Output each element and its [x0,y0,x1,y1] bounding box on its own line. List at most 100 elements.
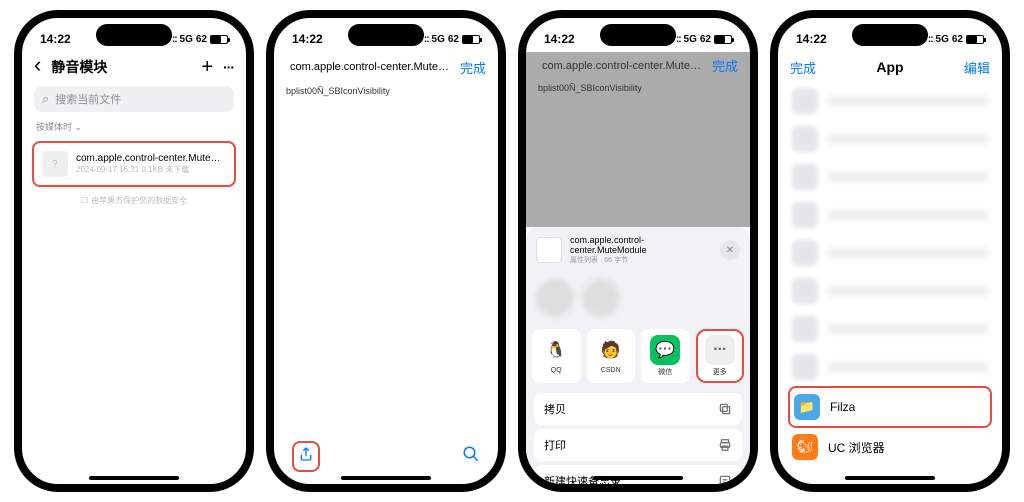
done-button[interactable]: 完成 [712,56,738,75]
filza-highlight: 📁 Filza [788,386,992,428]
file-name: com.apple.control-center.MuteModule.plis… [76,153,226,164]
file-content: bplist00Ñ_SBIconVisibility [274,82,498,100]
network-label: 5G [432,34,445,45]
network-label: 5G [180,34,193,45]
file-content: bplist00Ñ_SBIconVisibility [526,79,750,97]
share-file-thumbnail [536,237,562,263]
app-name: Filza [830,400,855,414]
phone-1-file-browser: 14:22 :: 5G 62 静音模块 搜索当前文件 按媒体时 ⌄ ? com.… [14,10,254,492]
share-app-wechat[interactable]: 💬 微信 [641,329,690,383]
share-sheet: com.apple.control-center.MuteModule 属性列表… [526,227,750,492]
battery-icon [966,35,984,44]
share-app-qq[interactable]: 🐧 QQ [532,329,581,383]
copy-icon [718,402,732,416]
app-name: UC 浏览器 [828,439,885,456]
network-label: 5G [936,34,949,45]
share-app-csdn[interactable]: 🧑 CSDN [587,329,636,383]
nav-bar: com.apple.control-center.MuteModu... 完成 [274,52,498,82]
search-placeholder: 搜索当前文件 [55,91,121,107]
shield-icon [81,196,88,205]
footer-security-note: 由苹果方保护您的数据安全 [22,195,246,206]
action-copy[interactable]: 拷贝 [534,393,742,425]
app-row-uc-browser[interactable]: 🐿 UC 浏览器 [778,428,1002,466]
battery-text: 62 [196,34,207,45]
battery-icon [462,35,480,44]
add-button[interactable] [201,56,213,79]
nav-bar: 静音模块 [22,52,246,82]
qq-icon: 🐧 [541,335,571,365]
file-meta: 2024-09-17 16:31 0.1KB 未下载 [76,164,226,175]
page-title: App [816,59,964,75]
done-button[interactable]: 完成 [460,58,486,77]
share-file-meta: 属性列表 · 66 字节 [570,255,712,265]
note-icon [718,474,732,488]
search-input[interactable]: 搜索当前文件 [34,86,234,112]
search-icon [42,91,49,107]
share-button-highlight [292,441,320,472]
nav-bar: 完成 App 编辑 [778,52,1002,82]
preview-background [526,97,750,227]
phone-3-share-sheet: 14:22 :: 5G 62 com.apple.control-center.… [518,10,758,492]
signal-icon: :: [172,34,177,45]
wechat-icon: 💬 [650,335,680,365]
home-indicator[interactable] [341,476,431,480]
app-row-blurred[interactable] [778,120,1002,158]
nav-bar: com.apple.control-center.MuteModu... 完成 [526,52,750,79]
share-app-more[interactable]: 更多 [696,329,745,383]
app-row-blurred[interactable] [778,82,1002,120]
bottom-toolbar [274,438,498,474]
share-file-name: com.apple.control-center.MuteModule [570,235,712,255]
app-row-blurred[interactable] [778,272,1002,310]
network-label: 5G [684,34,697,45]
csdn-icon: 🧑 [596,335,626,365]
status-time: 14:22 [292,32,323,46]
print-icon [718,438,732,452]
airdrop-row [526,273,750,323]
document-title: com.apple.control-center.MuteModu... [286,61,460,73]
airdrop-contact[interactable] [582,279,620,317]
battery-icon [210,35,228,44]
app-row-filza[interactable]: 📁 Filza [794,392,986,422]
phone-4-app-picker: 14:22 :: 5G 62 完成 App 编辑 📁 Filza 🐿 UC 浏览… [770,10,1010,492]
home-indicator[interactable] [845,476,935,480]
close-share-button[interactable]: ✕ [720,240,740,260]
sort-control[interactable]: 按媒体时 ⌄ [22,116,246,137]
file-thumbnail-icon: ? [42,151,68,177]
signal-icon: :: [928,34,933,45]
file-item[interactable]: ? com.apple.control-center.MuteModule.pl… [32,141,236,187]
app-row-blurred[interactable] [778,196,1002,234]
share-header: com.apple.control-center.MuteModule 属性列表… [526,227,750,273]
battery-text: 62 [448,34,459,45]
battery-icon [714,35,732,44]
edit-button[interactable]: 编辑 [964,58,990,77]
status-time: 14:22 [40,32,71,46]
status-time: 14:22 [544,32,575,46]
action-print[interactable]: 打印 [534,429,742,461]
filza-icon: 📁 [794,394,820,420]
more-icon [705,335,735,365]
more-button[interactable] [223,59,234,75]
app-row-blurred[interactable] [778,234,1002,272]
search-button[interactable] [462,445,480,468]
battery-text: 62 [700,34,711,45]
home-indicator[interactable] [89,476,179,480]
app-row-blurred[interactable] [778,348,1002,386]
share-app-row: 🐧 QQ 🧑 CSDN 💬 微信 更多 [526,323,750,389]
airdrop-contact[interactable] [536,279,574,317]
notch [852,24,928,46]
back-button[interactable] [34,60,41,75]
share-icon[interactable] [298,445,314,468]
notch [96,24,172,46]
done-button[interactable]: 完成 [790,58,816,77]
page-title: 静音模块 [51,57,107,77]
signal-icon: :: [676,34,681,45]
status-time: 14:22 [796,32,827,46]
notch [600,24,676,46]
app-row-blurred[interactable] [778,310,1002,348]
app-row-blurred[interactable] [778,158,1002,196]
signal-icon: :: [424,34,429,45]
home-indicator[interactable] [593,476,683,480]
document-title: com.apple.control-center.MuteModu... [538,60,712,72]
uc-browser-icon: 🐿 [792,434,818,460]
status-right: :: 5G 62 [172,34,228,45]
